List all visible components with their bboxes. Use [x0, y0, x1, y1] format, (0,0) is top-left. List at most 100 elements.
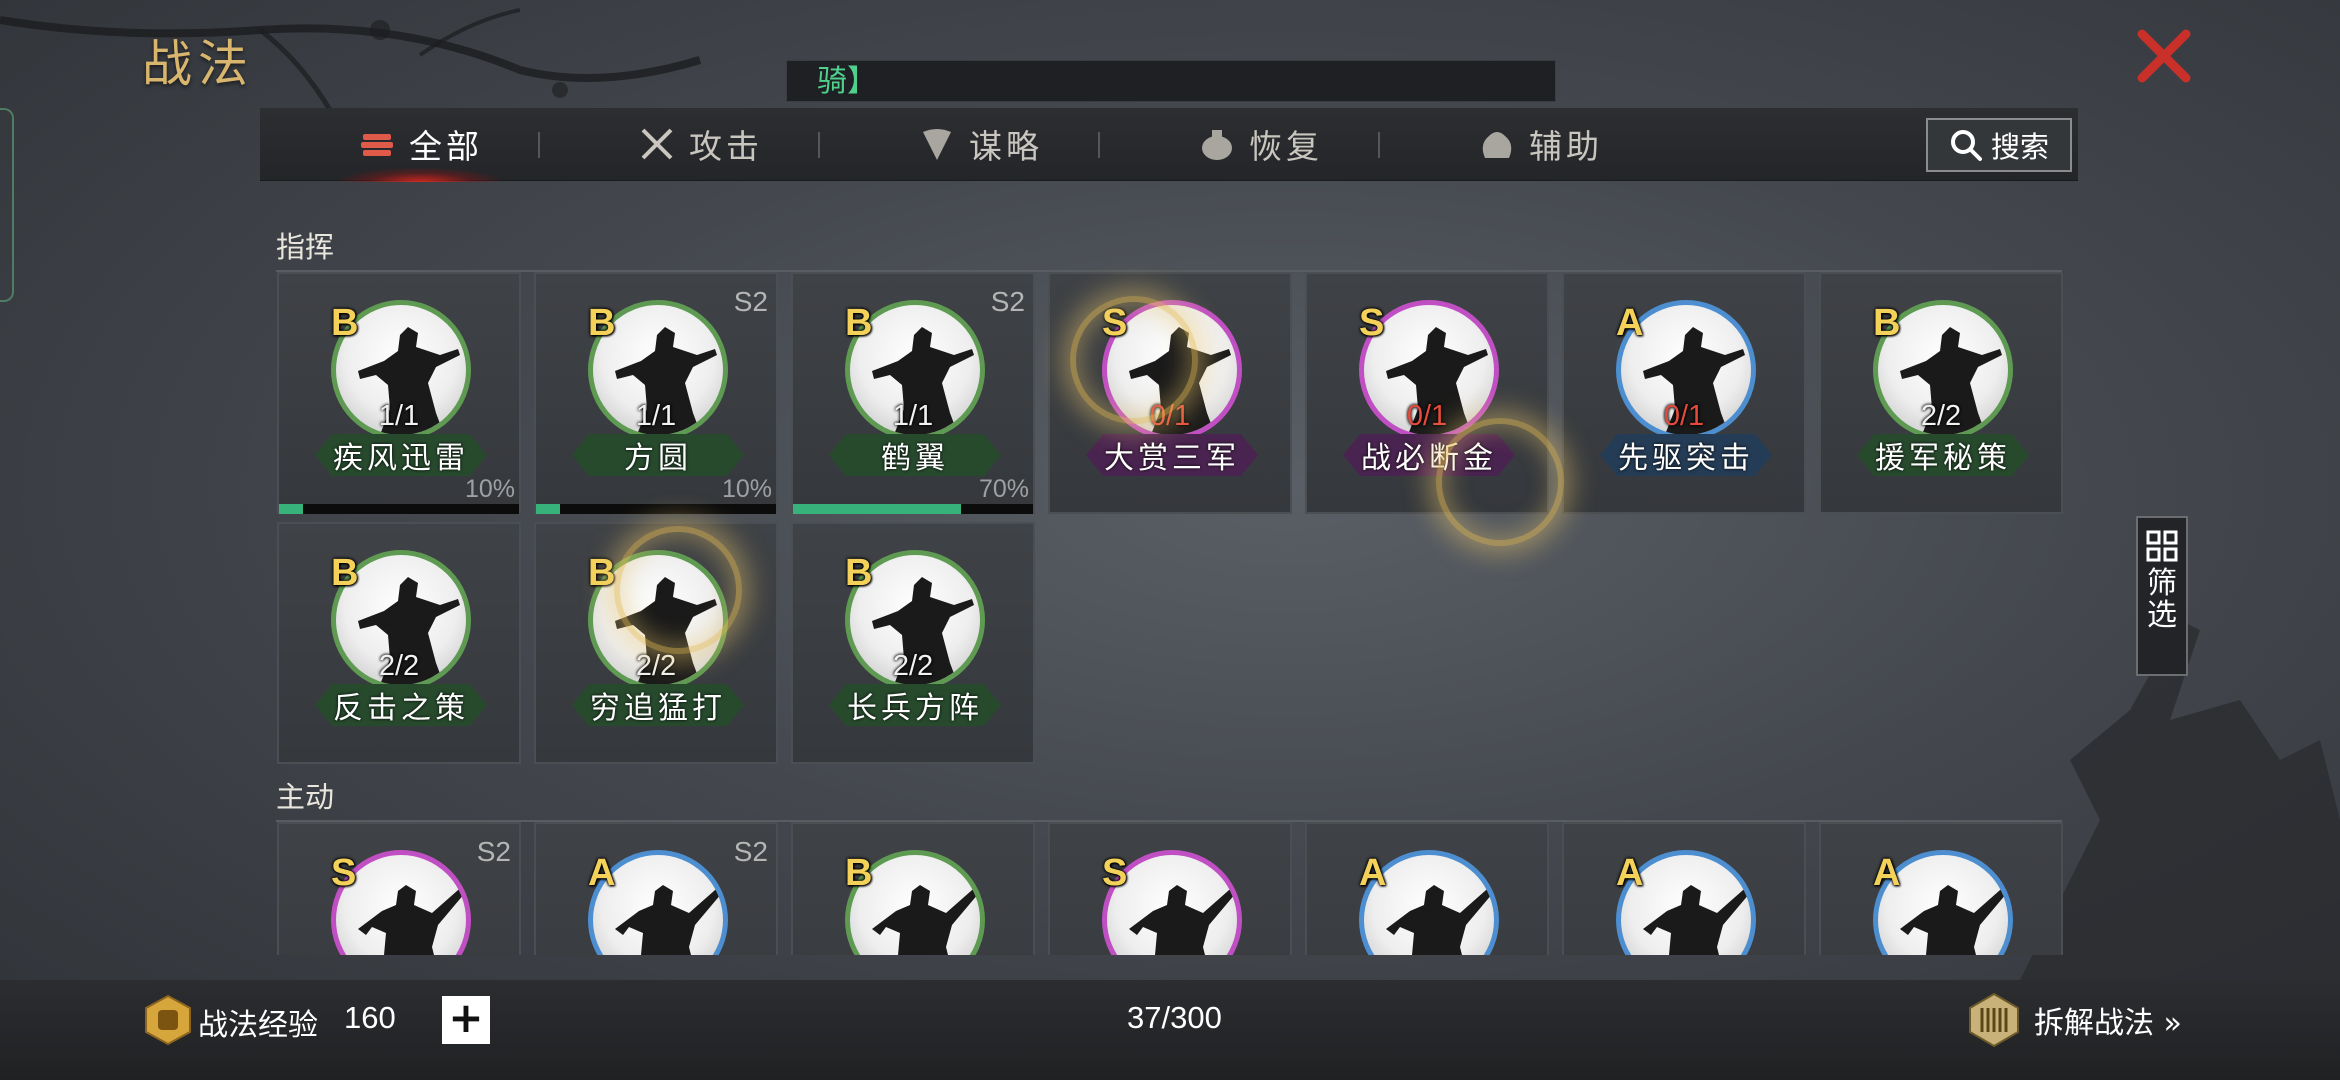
tactic-card[interactable]: B 1/1 疾风迅雷 10% [277, 272, 521, 514]
tactic-exp-label: 战法经验 [198, 1008, 318, 1043]
tactic-card[interactable]: A [1305, 822, 1549, 955]
season-tag: S2 [733, 836, 768, 867]
add-exp-button[interactable]: + [442, 996, 490, 1044]
grade-badge: B [1873, 302, 1901, 344]
tactic-card[interactable]: A [1819, 822, 2063, 955]
search-button[interactable]: 搜索 [1926, 118, 2072, 172]
section-active-title: 主动 [276, 774, 2062, 822]
tactic-name: 先驱突击 [1600, 434, 1772, 476]
owned-count: 2/2 [635, 650, 677, 682]
grade-badge: A [588, 852, 616, 894]
owned-count: 1/1 [892, 400, 934, 432]
tactic-name: 鹤翼 [829, 434, 1001, 476]
owned-count: 0/1 [1149, 400, 1191, 432]
xp-percent: 10% [464, 475, 515, 503]
scroll-fence-icon [1969, 992, 2019, 1048]
tactic-portrait [1102, 850, 1242, 955]
tactic-portrait [845, 850, 985, 955]
medicine-pouch-icon [1202, 130, 1232, 160]
tab-support[interactable]: 辅助 [1440, 108, 1640, 180]
tactic-card[interactable]: S S2 [277, 822, 521, 955]
tactic-card[interactable]: B [791, 822, 1035, 955]
warrior-silhouette-icon [358, 883, 466, 955]
grade-badge: B [845, 852, 873, 894]
category-tabbar: 全部 攻击 谋略 恢复 辅助 搜索 [260, 108, 2078, 182]
owned-count: 0/1 [1663, 400, 1705, 432]
tactic-card[interactable]: A [1562, 822, 1806, 955]
tactic-card[interactable]: B S2 1/1 鹤翼 70% [791, 272, 1035, 514]
tab-separator [1378, 132, 1380, 158]
bottom-bar: 战法经验 160 + 37/300 拆解战法 » [0, 980, 2340, 1080]
scroll-bundle-icon [361, 134, 393, 156]
tab-recovery[interactable]: 恢复 [1160, 108, 1360, 180]
tactic-card[interactable]: S 0/1 战必断金 [1305, 272, 1549, 514]
grade-badge: B [331, 552, 359, 594]
tactic-portrait [1873, 850, 2013, 955]
grade-badge: A [1873, 852, 1901, 894]
tactic-name: 穷追猛打 [572, 684, 744, 726]
tab-separator [818, 132, 820, 158]
tactic-card[interactable]: B 2/2 穷追猛打 [534, 522, 778, 764]
tab-strategy[interactable]: 谋略 [880, 108, 1080, 180]
warrior-silhouette-icon [1900, 883, 2008, 955]
xp-progress-bar [536, 504, 776, 514]
season-tag: S2 [476, 836, 511, 867]
xp-percent: 70% [978, 475, 1029, 503]
fist-badge-icon [145, 994, 191, 1046]
section-command-title: 指挥 [276, 224, 2062, 272]
tab-all[interactable]: 全部 [320, 108, 520, 182]
owned-count: 1/1 [378, 400, 420, 432]
grade-badge: B [588, 302, 616, 344]
season-tag: S2 [990, 286, 1025, 317]
xp-progress-bar [793, 504, 1033, 514]
tactic-card[interactable]: B 2/2 反击之策 [277, 522, 521, 764]
grade-badge: A [1616, 302, 1644, 344]
owned-count: 2/2 [1920, 400, 1962, 432]
tactic-name: 方圆 [572, 434, 744, 476]
tactic-card[interactable]: B 2/2 长兵方阵 [791, 522, 1035, 764]
owned-count: 0/1 [1406, 400, 1448, 432]
tactic-card[interactable]: B 2/2 援军秘策 [1819, 272, 2063, 514]
warrior-silhouette-icon [1643, 883, 1751, 955]
tactic-card[interactable]: A S2 [534, 822, 778, 955]
grade-badge: B [331, 302, 359, 344]
active-filter-display: 骑】 [786, 60, 1556, 102]
tactic-card[interactable]: B S2 1/1 方圆 10% [534, 272, 778, 514]
money-bag-icon [1482, 132, 1512, 158]
owned-count: 1/1 [635, 400, 677, 432]
left-edge-tab[interactable] [0, 108, 14, 302]
tactic-name: 长兵方阵 [829, 684, 1001, 726]
grade-badge: B [588, 552, 616, 594]
grade-badge: S [331, 852, 357, 894]
feather-fan-icon [923, 129, 951, 160]
warrior-silhouette-icon [1386, 883, 1494, 955]
tactic-card[interactable]: S 0/1 大赏三军 [1048, 272, 1292, 514]
dismantle-label: 拆解战法 » [2034, 1006, 2182, 1041]
grade-badge: S [1102, 302, 1128, 344]
tactic-card[interactable]: S [1048, 822, 1292, 955]
tab-separator [1098, 132, 1100, 158]
tactic-name: 反击之策 [315, 684, 487, 726]
tactic-count: 37/300 [1127, 1000, 1222, 1035]
filter-button[interactable]: 筛选 [2136, 516, 2188, 676]
grade-badge: A [1616, 852, 1644, 894]
grade-badge: S [1359, 302, 1385, 344]
tactic-portrait [1359, 850, 1499, 955]
tactic-portrait [331, 850, 471, 955]
tactic-portrait [1616, 850, 1756, 955]
search-icon [1950, 130, 1982, 161]
tactic-name: 大赏三军 [1086, 434, 1258, 476]
tactic-card[interactable]: A 0/1 先驱突击 [1562, 272, 1806, 514]
xp-percent: 10% [721, 475, 772, 503]
close-button[interactable] [2134, 26, 2194, 86]
filter-text: 骑】 [817, 64, 877, 99]
xp-progress-fill [536, 504, 560, 514]
warrior-silhouette-icon [872, 883, 980, 955]
tab-attack[interactable]: 攻击 [600, 108, 800, 180]
tab-label: 谋略 [969, 127, 1043, 166]
tactic-portrait [588, 850, 728, 955]
xp-progress-fill [279, 504, 303, 514]
page-title: 战法 [142, 35, 254, 93]
tab-label: 恢复 [1249, 127, 1323, 166]
dismantle-tactics-button[interactable]: 拆解战法 » [1966, 992, 2182, 1048]
